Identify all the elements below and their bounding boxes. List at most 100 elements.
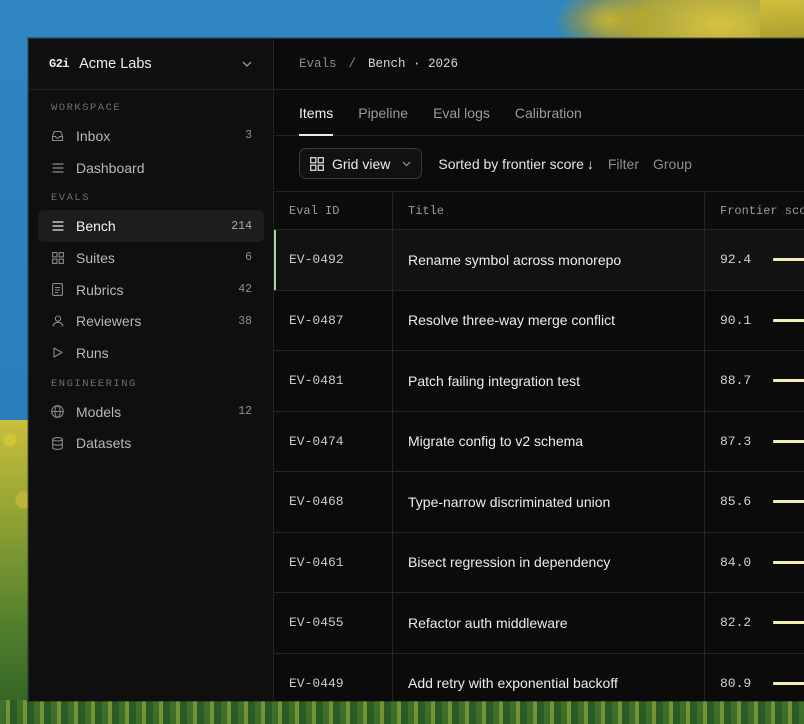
grid-icon xyxy=(310,156,324,171)
view-selector-button[interactable]: Grid view xyxy=(299,148,423,179)
app-window: G2i Acme Labs WORKSPACE Inbox 3 Dashboar… xyxy=(28,38,804,701)
cell-frontier-score: 84.0 xyxy=(705,533,804,593)
sidebar-item-count: 3 xyxy=(245,129,252,143)
breadcrumb-current: Bench · 2026 xyxy=(368,57,459,71)
chevron-down-icon[interactable] xyxy=(241,58,253,70)
sidebar-item-bench[interactable]: Bench 214 xyxy=(38,210,264,243)
cell-frontier-score: 85.6 xyxy=(705,472,804,532)
cell-title: Rename symbol across monorepo xyxy=(393,230,705,290)
sidebar-item-suites[interactable]: Suites 6 xyxy=(38,242,264,274)
sidebar-item-label: Suites xyxy=(76,249,115,266)
table-row[interactable]: EV-0461 Bisect regression in dependency 84… xyxy=(274,532,804,593)
score-value: 80.9 xyxy=(720,675,752,691)
tab-pipeline[interactable]: Pipeline xyxy=(358,90,408,135)
document-icon xyxy=(51,283,64,297)
cell-frontier-score: 80.9 xyxy=(705,654,804,702)
breadcrumb-separator: / xyxy=(348,57,357,71)
cell-frontier-score: 82.2 xyxy=(705,593,804,653)
view-selector-label: Grid view xyxy=(332,155,391,172)
cell-frontier-score: 92.4 xyxy=(705,230,804,290)
cell-frontier-score: 88.7 xyxy=(705,351,804,411)
score-value: 92.4 xyxy=(720,252,752,268)
section-title-engineering: ENGINEERING xyxy=(51,377,137,390)
background-foliage-top xyxy=(760,0,804,40)
list-icon xyxy=(51,161,64,174)
sidebar-item-rubrics[interactable]: Rubrics 42 xyxy=(38,274,264,306)
inbox-icon xyxy=(51,129,64,142)
score-bar xyxy=(773,560,804,564)
cell-eval-id: EV-0461 xyxy=(274,532,393,592)
sidebar-item-inbox[interactable]: Inbox 3 xyxy=(38,120,264,152)
sidebar-item-label: Datasets xyxy=(76,435,132,452)
score-value: 85.6 xyxy=(720,494,752,510)
sidebar-item-runs[interactable]: Runs xyxy=(38,337,264,369)
score-bar xyxy=(773,379,804,383)
org-switcher[interactable]: G2i Acme Labs xyxy=(29,39,273,90)
cell-eval-id: EV-0468 xyxy=(274,472,393,532)
sidebar-item-count: 214 xyxy=(231,219,252,233)
score-value: 87.3 xyxy=(720,433,752,449)
tab-bar: Items Pipeline Eval logs Calibration xyxy=(274,90,804,136)
column-header-title[interactable]: Title xyxy=(393,193,705,229)
sidebar-item-label: Dashboard xyxy=(76,159,145,176)
table-row[interactable]: EV-0492 Rename symbol across monorepo 92.4 xyxy=(274,230,804,291)
table-row[interactable]: EV-0468 Type-narrow discriminated union 85… xyxy=(274,472,804,533)
background-field-bottom xyxy=(0,700,804,724)
sidebar-item-count: 42 xyxy=(238,283,252,297)
list-icon xyxy=(51,220,64,233)
filter-button[interactable]: Filter xyxy=(608,156,639,172)
sidebar-item-label: Rubrics xyxy=(76,281,124,298)
breadcrumb-parent[interactable]: Evals xyxy=(299,57,337,71)
table-row[interactable]: EV-0481 Patch failing integration test 88.… xyxy=(274,351,804,412)
org-name: Acme Labs xyxy=(79,56,152,72)
cell-frontier-score: 87.3 xyxy=(705,412,804,472)
column-header-eval-id[interactable]: Eval ID xyxy=(274,193,393,229)
cell-title: Add retry with exponential backoff xyxy=(393,653,705,701)
tab-items[interactable]: Items xyxy=(299,90,334,136)
cell-frontier-score: 90.1 xyxy=(705,291,804,351)
person-icon xyxy=(51,315,64,328)
score-bar xyxy=(773,681,804,685)
score-bar xyxy=(773,621,804,625)
table-row[interactable]: EV-0455 Refactor auth middleware 82.2 xyxy=(274,593,804,654)
cell-eval-id: EV-0474 xyxy=(274,411,393,471)
table-row[interactable]: EV-0487 Resolve three-way merge conflict 9… xyxy=(274,290,804,351)
chevron-down-icon xyxy=(402,161,411,167)
sidebar-item-models[interactable]: Models 12 xyxy=(38,396,264,428)
group-button[interactable]: Group xyxy=(653,156,692,172)
score-bar xyxy=(773,500,804,504)
main-content: Evals / Bench · 2026 Items Pipeline Eval… xyxy=(274,39,804,701)
cell-title: Resolve three-way merge conflict xyxy=(393,290,705,350)
sidebar-item-reviewers[interactable]: Reviewers 38 xyxy=(38,305,264,337)
cell-eval-id: EV-0481 xyxy=(274,351,393,411)
sidebar-item-dashboard[interactable]: Dashboard xyxy=(38,152,264,184)
cell-eval-id: EV-0487 xyxy=(274,290,393,350)
globe-icon xyxy=(51,405,64,419)
org-logo: G2i xyxy=(49,57,70,71)
score-value: 90.1 xyxy=(720,312,752,328)
column-header-frontier-score[interactable]: Frontier score xyxy=(705,193,804,229)
sidebar-item-label: Models xyxy=(76,403,122,420)
sidebar-item-datasets[interactable]: Datasets xyxy=(38,428,264,460)
sidebar-item-label: Bench xyxy=(76,218,116,235)
cell-eval-id: EV-0492 xyxy=(274,230,393,290)
sort-button[interactable]: Sorted by frontier score ↓ xyxy=(438,156,594,172)
table-body: EV-0492 Rename symbol across monorepo 92.4… xyxy=(274,230,804,701)
table-header: Eval ID Title Frontier score xyxy=(274,193,804,230)
section-title-evals: EVALS xyxy=(51,192,91,205)
tab-calibration[interactable]: Calibration xyxy=(515,90,582,135)
arrow-down-icon: ↓ xyxy=(586,155,594,172)
tab-eval-logs[interactable]: Eval logs xyxy=(433,90,490,135)
sort-label: Sorted by frontier score xyxy=(438,155,584,172)
cell-eval-id: EV-0455 xyxy=(274,593,393,653)
table-row[interactable]: EV-0474 Migrate config to v2 schema 87.3 xyxy=(274,411,804,472)
sidebar-item-label: Runs xyxy=(76,344,109,361)
section-title-workspace: WORKSPACE xyxy=(51,102,122,114)
breadcrumb: Evals / Bench · 2026 xyxy=(274,39,804,90)
table-row[interactable]: EV-0449 Add retry with exponential backof… xyxy=(274,653,804,702)
cell-title: Bisect regression in dependency xyxy=(393,532,705,592)
sidebar-item-count: 6 xyxy=(245,251,252,265)
score-bar xyxy=(773,439,804,443)
sidebar-item-count: 38 xyxy=(238,314,252,328)
cell-eval-id: EV-0449 xyxy=(274,653,393,701)
